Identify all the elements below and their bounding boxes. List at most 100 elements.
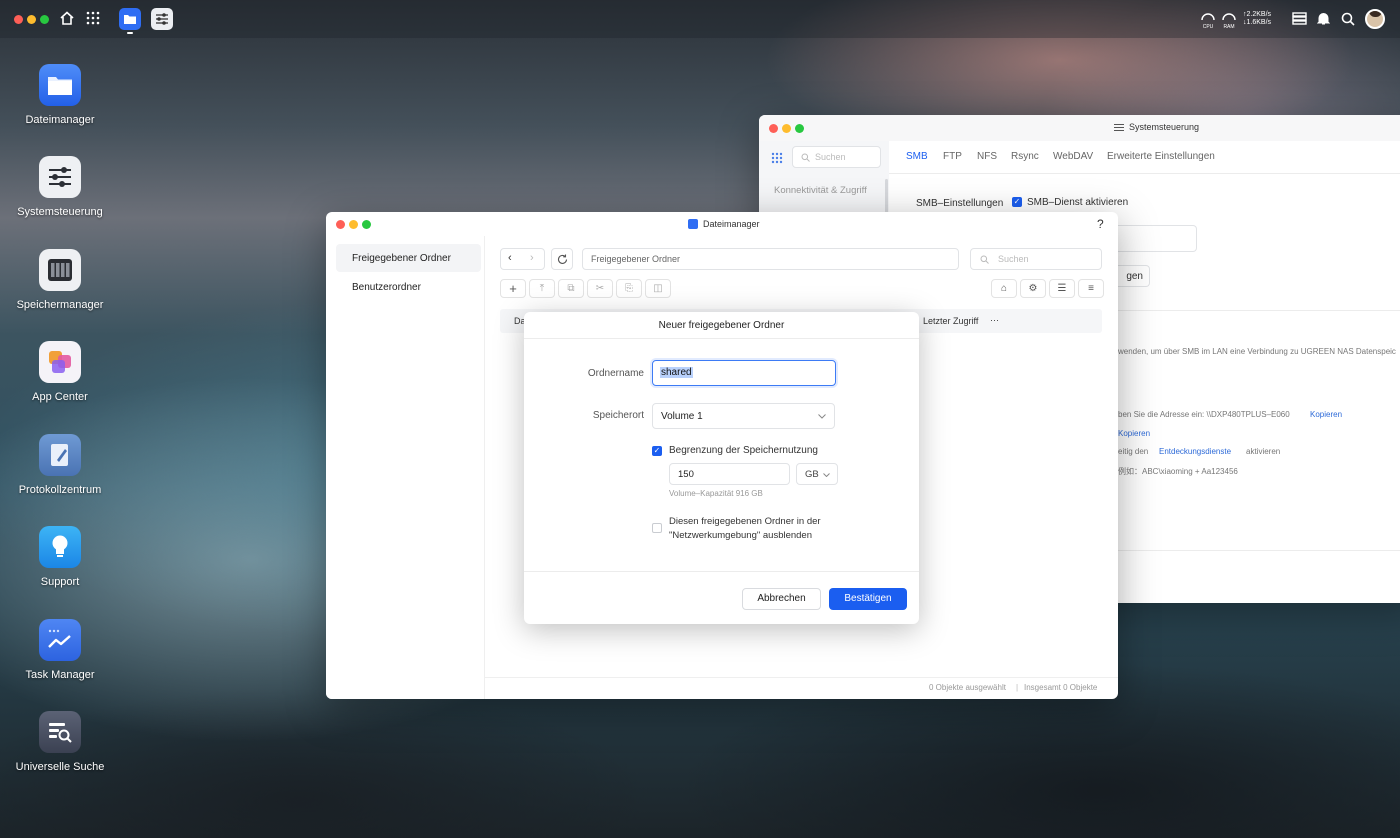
- search-list-icon: [49, 723, 72, 743]
- bell-icon[interactable]: [1317, 11, 1330, 26]
- hide-checkbox[interactable]: [652, 523, 662, 533]
- avatar[interactable]: [1365, 9, 1385, 29]
- gauge-icon: [1222, 13, 1236, 21]
- cut-button[interactable]: ✂: [587, 279, 613, 298]
- status-total: Insgesamt 0 Objekte: [1024, 683, 1098, 692]
- minimize-dot[interactable]: [782, 124, 791, 133]
- upload-button[interactable]: ⤒: [529, 279, 555, 298]
- app-center-icon: [49, 351, 71, 373]
- nav-button-group: ‹ ›: [500, 248, 545, 270]
- sidebar-item-benutzerordner[interactable]: Benutzerordner: [352, 282, 421, 293]
- copy-button[interactable]: ⧉: [558, 279, 584, 298]
- app-label: Support: [40, 576, 80, 588]
- close-dot[interactable]: [14, 15, 23, 24]
- cpu-gauge[interactable]: CPU: [1199, 10, 1217, 30]
- settings-button[interactable]: ⚙: [1020, 279, 1046, 298]
- desktop-app-support[interactable]: Support: [10, 526, 110, 588]
- confirm-button[interactable]: Bestätigen: [829, 588, 907, 610]
- folder-name-input[interactable]: shared: [652, 360, 836, 386]
- sidebar-item-freigegebener-ordner[interactable]: Freigegebener Ordner: [336, 244, 481, 272]
- refresh-button[interactable]: [551, 248, 573, 270]
- forward-arrow-icon[interactable]: ›: [530, 252, 534, 264]
- window-title: Dateimanager: [703, 219, 760, 229]
- smb-info-line: wenden, um über SMB im LAN eine Verbindu…: [1118, 347, 1396, 356]
- path-bar[interactable]: Freigegebener Ordner: [582, 248, 959, 270]
- paste-button[interactable]: ⎘: [616, 279, 642, 298]
- status-selected: 0 Objekte ausgewählt: [929, 683, 1006, 692]
- maximize-dot[interactable]: [362, 220, 371, 229]
- lightbulb-icon: [52, 535, 68, 557]
- server-status-icon[interactable]: [1292, 12, 1307, 25]
- desktop-app-speichermanager[interactable]: Speichermanager: [10, 249, 110, 311]
- tab-rsync[interactable]: Rsync: [1011, 151, 1039, 162]
- desktop-app-systemsteuerung[interactable]: Systemsteuerung: [10, 156, 110, 218]
- search-placeholder: Suchen: [815, 152, 846, 162]
- maximize-dot[interactable]: [795, 124, 804, 133]
- copy-link-2[interactable]: Kopieren: [1118, 429, 1150, 438]
- tab-underline: [889, 173, 1400, 174]
- quota-unit-select[interactable]: GB: [796, 463, 838, 485]
- home-icon[interactable]: [59, 10, 75, 26]
- toolbox-button[interactable]: ⌂: [991, 279, 1017, 298]
- close-dot[interactable]: [769, 124, 778, 133]
- sliders-icon: [156, 13, 168, 25]
- smb-enable-checkbox[interactable]: ✓: [1012, 197, 1022, 207]
- sliders-icon: [1114, 124, 1124, 131]
- hide-checkbox-line1: Diesen freigegebenen Ordner in der: [669, 516, 821, 527]
- copy-address-link[interactable]: Kopieren: [1310, 410, 1342, 419]
- new-shared-folder-dialog: Neuer freigegebener Ordner Ordnername sh…: [524, 312, 919, 624]
- help-button[interactable]: ?: [1097, 217, 1104, 231]
- minimize-dot[interactable]: [349, 220, 358, 229]
- capacity-hint: Volume–Kapazität 916 GB: [669, 489, 763, 498]
- folder-icon: [124, 15, 136, 24]
- maximize-dot[interactable]: [40, 15, 49, 24]
- folder-icon: [48, 77, 72, 95]
- tab-erweiterte-einstellungen[interactable]: Erweiterte Einstellungen: [1107, 151, 1215, 162]
- back-arrow-icon[interactable]: ‹: [508, 252, 512, 264]
- file-search-input[interactable]: Suchen: [970, 248, 1102, 270]
- view-mode-button[interactable]: ☰: [1049, 279, 1075, 298]
- app-label: Dateimanager: [25, 114, 95, 126]
- sidebar-item-konnektivitaet[interactable]: Konnektivität & Zugriff: [774, 185, 867, 196]
- smb-settings-label: SMB–Einstellungen: [916, 198, 1004, 209]
- system-search-input[interactable]: Suchen: [792, 146, 881, 168]
- search-placeholder: Suchen: [998, 254, 1029, 264]
- taskbar-dateimanager[interactable]: [119, 8, 141, 30]
- upload-speed: ↑2.2KB/s: [1243, 11, 1272, 18]
- sliders-icon: [49, 167, 71, 187]
- close-dot[interactable]: [336, 220, 345, 229]
- sidebar-item-label: Freigegebener Ordner: [352, 253, 451, 264]
- desktop-app-app-center[interactable]: App Center: [10, 341, 110, 403]
- hide-checkbox-line2: "Netzwerkumgebung" ausblenden: [669, 530, 813, 541]
- tab-ftp[interactable]: FTP: [943, 151, 962, 162]
- desktop-app-universelle-suche[interactable]: Universelle Suche: [10, 711, 110, 773]
- sort-button[interactable]: ≡: [1078, 279, 1104, 298]
- folder-icon: [688, 219, 698, 229]
- tab-webdav[interactable]: WebDAV: [1053, 151, 1093, 162]
- ram-gauge[interactable]: RAM: [1220, 10, 1238, 30]
- desktop-app-dateimanager[interactable]: Dateimanager: [10, 64, 110, 126]
- network-speed[interactable]: ↑2.2KB/s ↓1.6KB/s: [1243, 11, 1271, 27]
- window-titlebar: Dateimanager ?: [326, 212, 1118, 236]
- minimize-dot[interactable]: [27, 15, 36, 24]
- new-button[interactable]: +: [500, 279, 526, 298]
- tab-nfs[interactable]: NFS: [977, 151, 997, 162]
- column-last-access[interactable]: Letzter Zugriff: [923, 316, 978, 326]
- cancel-button[interactable]: Abbrechen: [742, 588, 821, 610]
- tab-smb[interactable]: SMB: [906, 151, 928, 162]
- search-icon: [980, 255, 989, 264]
- apps-grid-icon[interactable]: [86, 11, 100, 25]
- location-select[interactable]: Volume 1: [652, 403, 835, 429]
- desktop-app-task-manager[interactable]: Task Manager: [10, 619, 110, 681]
- app-label: Speichermanager: [16, 299, 104, 311]
- quota-input[interactable]: 150: [669, 463, 790, 485]
- example-credentials: 例如：ABC\xiaoming + Aa123456: [1118, 467, 1238, 476]
- quota-checkbox[interactable]: ✓: [652, 446, 662, 456]
- search-icon[interactable]: [1341, 12, 1355, 26]
- properties-button[interactable]: ◫: [645, 279, 671, 298]
- desktop-app-protokollzentrum[interactable]: Protokollzentrum: [10, 434, 110, 496]
- discovery-services-link[interactable]: Entdeckungsdienste: [1159, 447, 1231, 456]
- apps-grid-icon[interactable]: [771, 152, 783, 164]
- taskbar-systemsteuerung[interactable]: [151, 8, 173, 30]
- column-more[interactable]: ···: [990, 315, 999, 325]
